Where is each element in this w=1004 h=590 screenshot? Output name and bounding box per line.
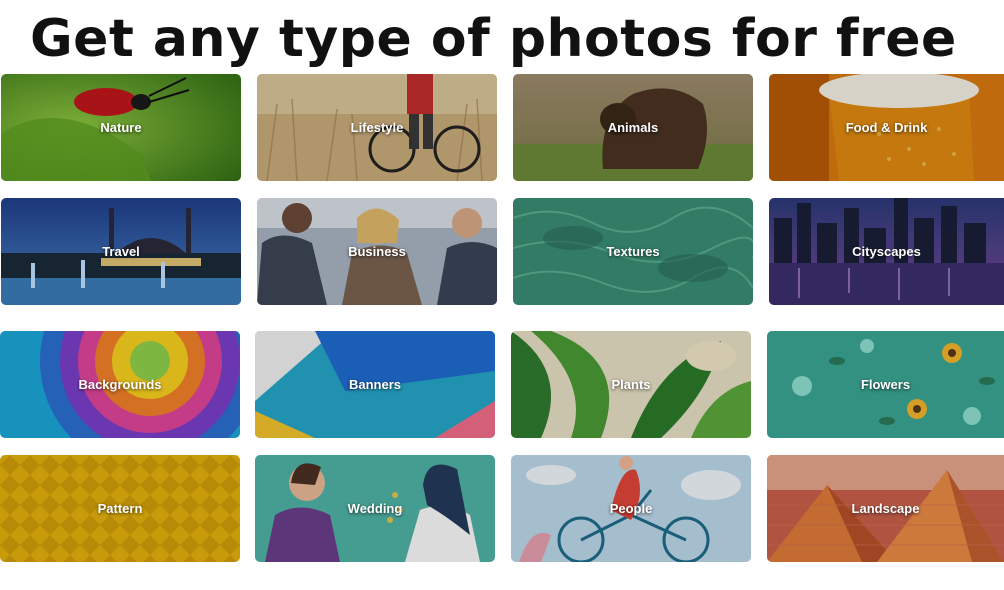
category-label: Backgrounds xyxy=(78,377,162,392)
category-label: Plants xyxy=(611,377,651,392)
category-card-pattern[interactable]: Pattern xyxy=(0,455,240,562)
category-card-landscape[interactable]: Landscape xyxy=(767,455,1004,562)
category-label: Animals xyxy=(607,120,659,135)
category-label: Travel xyxy=(102,244,140,259)
category-card-textures[interactable]: Textures xyxy=(513,198,753,305)
category-label: Flowers xyxy=(860,377,911,392)
category-card-plants[interactable]: Plants xyxy=(511,331,751,438)
category-label: Lifestyle xyxy=(350,120,404,135)
category-card-nature[interactable]: Nature xyxy=(1,74,241,181)
category-label: Landscape xyxy=(851,501,920,516)
category-card-flowers[interactable]: Flowers xyxy=(767,331,1004,438)
category-card-food-drink[interactable]: Food & Drink xyxy=(769,74,1004,181)
category-label: Banners xyxy=(348,377,402,392)
category-label: Business xyxy=(348,244,406,259)
category-label: Nature xyxy=(100,120,142,135)
category-card-animals[interactable]: Animals xyxy=(513,74,753,181)
category-card-wedding[interactable]: Wedding xyxy=(255,455,495,562)
category-card-lifestyle[interactable]: Lifestyle xyxy=(257,74,497,181)
category-card-travel[interactable]: Travel xyxy=(1,198,241,305)
category-label: People xyxy=(609,501,653,516)
category-card-banners[interactable]: Banners xyxy=(255,331,495,438)
page-headline: Get any type of photos for free xyxy=(30,9,957,69)
category-label: Food & Drink xyxy=(845,120,928,135)
category-card-backgrounds[interactable]: Backgrounds xyxy=(0,331,240,438)
category-label: Textures xyxy=(606,244,660,259)
category-label: Pattern xyxy=(97,501,143,516)
category-label: Cityscapes xyxy=(852,244,921,259)
category-card-cityscapes[interactable]: Cityscapes xyxy=(769,198,1004,305)
category-label: Wedding xyxy=(347,501,403,516)
category-card-people[interactable]: People xyxy=(511,455,751,562)
category-card-business[interactable]: Business xyxy=(257,198,497,305)
